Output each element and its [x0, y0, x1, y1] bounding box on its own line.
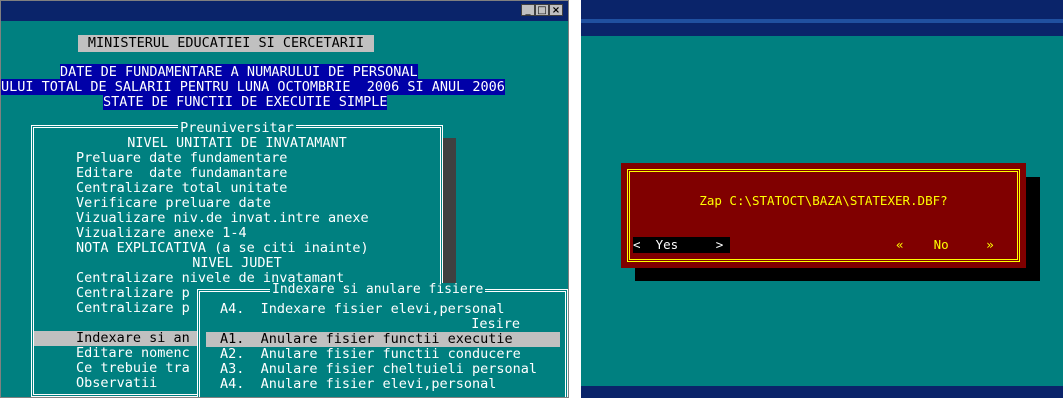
- dialog-shadow: [635, 268, 1040, 281]
- window-titlebar: [581, 0, 1063, 36]
- menu-item[interactable]: Vizualizare anexe 1-4: [34, 226, 440, 241]
- submenu-item[interactable]: A2. Anulare fisier functii conducere: [206, 347, 560, 362]
- submenu-item[interactable]: A4. Anulare fisier elevi,personal: [206, 377, 560, 392]
- menu-item[interactable]: Editare date fundamantare: [34, 166, 440, 181]
- menu-item[interactable]: Verificare preluare date: [34, 196, 440, 211]
- menu-section-unitati: NIVEL UNITATI DE INVATAMANT: [127, 135, 347, 151]
- close-button[interactable]: ×: [549, 4, 563, 16]
- menu-item[interactable]: Preluare date fundamentare: [34, 151, 440, 166]
- dialog-shadow: [1026, 177, 1040, 281]
- maximize-button[interactable]: □: [535, 4, 549, 16]
- window-titlebar[interactable]: _ □ ×: [1, 1, 568, 21]
- dialog-message: Zap C:\STATOCT\BAZA\STATEXER.DBF?: [699, 193, 948, 208]
- menu-title: Preuniversitar: [178, 120, 296, 136]
- header-line-1: DATE DE FUNDAMENTARE A NUMARULUI DE PERS…: [60, 64, 418, 80]
- submenu-item[interactable]: A4. Indexare fisier elevi,personal: [206, 302, 560, 317]
- submenu-item-exit[interactable]: Iesire: [206, 317, 560, 332]
- submenu-box: Indexare si anulare fisiere A4. Indexare…: [197, 283, 568, 397]
- submenu-title: Indexare si anulare fisiere: [270, 282, 486, 297]
- ministry-title: MINISTERUL EDUCATIEI SI CERCETARII: [78, 35, 374, 52]
- submenu-item[interactable]: A3. Anulare fisier cheltuieli personal: [206, 362, 560, 377]
- window-bottom-bar: [581, 386, 1063, 398]
- header-line-3: STATE DE FUNCTII DE EXECUTIE SIMPLE: [103, 94, 388, 110]
- yes-button[interactable]: < Yes >: [633, 237, 730, 253]
- titlebar-stripe: [581, 19, 1063, 23]
- minimize-button[interactable]: _: [521, 4, 535, 16]
- submenu-item-selected[interactable]: A1. Anulare fisier functii executie: [206, 332, 560, 347]
- no-button[interactable]: « No »: [896, 237, 1016, 253]
- dos-screen: MINISTERUL EDUCATIEI SI CERCETARII DATE …: [1, 21, 568, 397]
- header-line-2: ULUI TOTAL DE SALARII PENTRU LUNA OCTOMB…: [1, 79, 505, 95]
- confirm-dialog: Zap C:\STATOCT\BAZA\STATEXER.DBF? < Yes …: [621, 163, 1026, 268]
- menu-item[interactable]: Centralizare total unitate: [34, 181, 440, 196]
- dos-window-left: _ □ × MINISTERUL EDUCATIEI SI CERCETARII…: [0, 0, 569, 398]
- menu-item[interactable]: Vizualizare niv.de invat.intre anexe: [34, 211, 440, 226]
- menu-section-judet: NIVEL JUDET: [192, 255, 282, 271]
- menu-item[interactable]: NOTA EXPLICATIVA (a se citi inainte): [34, 241, 440, 256]
- dos-window-right: Zap C:\STATOCT\BAZA\STATEXER.DBF? < Yes …: [581, 0, 1063, 398]
